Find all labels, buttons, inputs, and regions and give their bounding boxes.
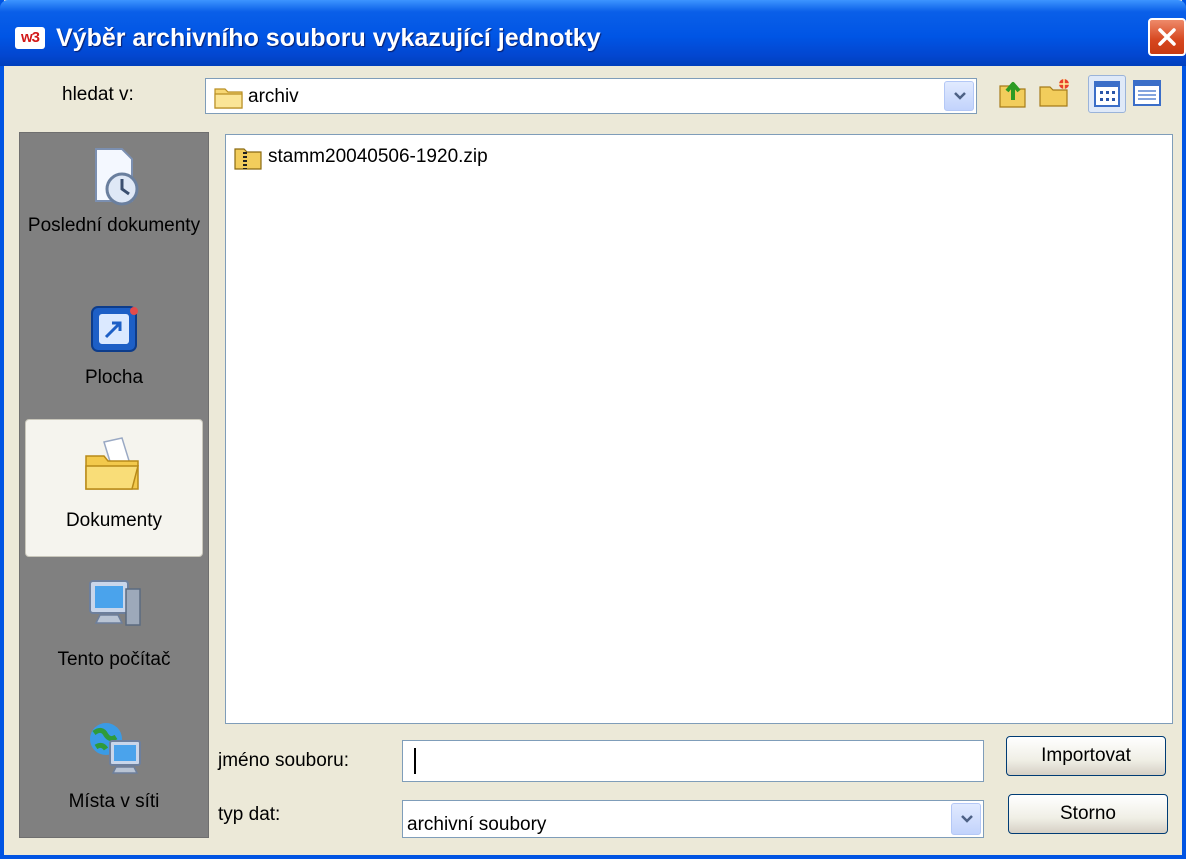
title-bar[interactable]: w3 Výběr archivního souboru vykazující j…	[0, 0, 1186, 66]
filetype-dropdown-button[interactable]	[951, 803, 981, 835]
lookin-label: hledat v:	[62, 84, 134, 105]
list-view-button[interactable]	[1088, 75, 1126, 113]
file-name: stamm20040506-1920.zip	[268, 146, 488, 167]
place-label: Plocha	[84, 367, 144, 388]
details-view-icon[interactable]	[1132, 76, 1162, 110]
list-item[interactable]: stamm20040506-1920.zip	[234, 145, 554, 173]
desktop-icon	[91, 306, 138, 352]
places-bar: Poslední dokumenty Plocha Dokumenty Tent…	[19, 132, 209, 838]
place-network-places[interactable]: Místa v síti	[25, 709, 203, 835]
chevron-down-icon	[961, 815, 973, 823]
file-dialog: w3 Výběr archivního souboru vykazující j…	[0, 0, 1186, 859]
filetype-label: typ dat:	[218, 804, 281, 825]
place-my-computer[interactable]: Tento počítač	[25, 573, 203, 699]
place-recent-documents[interactable]: Poslední dokumenty	[25, 141, 203, 267]
filetype-value: archivní soubory	[407, 814, 547, 835]
place-label: Poslední dokumenty	[27, 215, 201, 236]
text-caret	[414, 748, 416, 774]
place-label: Místa v síti	[68, 791, 160, 812]
my-documents-icon	[85, 437, 139, 490]
lookin-value: archiv	[248, 86, 299, 107]
chevron-down-icon	[954, 92, 966, 100]
lookin-dropdown-button[interactable]	[944, 81, 974, 111]
close-button[interactable]	[1148, 18, 1186, 56]
up-folder-icon[interactable]	[996, 76, 1030, 110]
zip-folder-icon	[234, 148, 262, 170]
my-computer-icon	[89, 580, 141, 626]
file-list[interactable]: stamm20040506-1920.zip	[225, 134, 1173, 724]
recent-documents-icon	[95, 148, 139, 206]
filename-label: jméno souboru:	[218, 750, 349, 771]
cancel-button[interactable]: Storno	[1008, 794, 1168, 834]
list-view-icon	[1094, 81, 1120, 107]
folder-icon	[214, 88, 243, 109]
place-label: Tento počítač	[57, 649, 171, 670]
filetype-combo[interactable]: archivní soubory	[402, 800, 984, 838]
place-label: Dokumenty	[65, 510, 163, 531]
place-my-documents[interactable]: Dokumenty	[25, 419, 203, 557]
lookin-combo[interactable]: archiv	[205, 78, 977, 114]
close-icon	[1158, 28, 1176, 46]
network-places-icon	[90, 723, 141, 774]
import-button[interactable]: Importovat	[1006, 736, 1166, 776]
app-icon: w3	[15, 27, 45, 49]
place-desktop[interactable]: Plocha	[25, 295, 203, 405]
filename-input[interactable]	[402, 740, 984, 782]
window-title: Výběr archivního souboru vykazující jedn…	[56, 24, 601, 52]
new-folder-icon[interactable]	[1038, 76, 1072, 110]
